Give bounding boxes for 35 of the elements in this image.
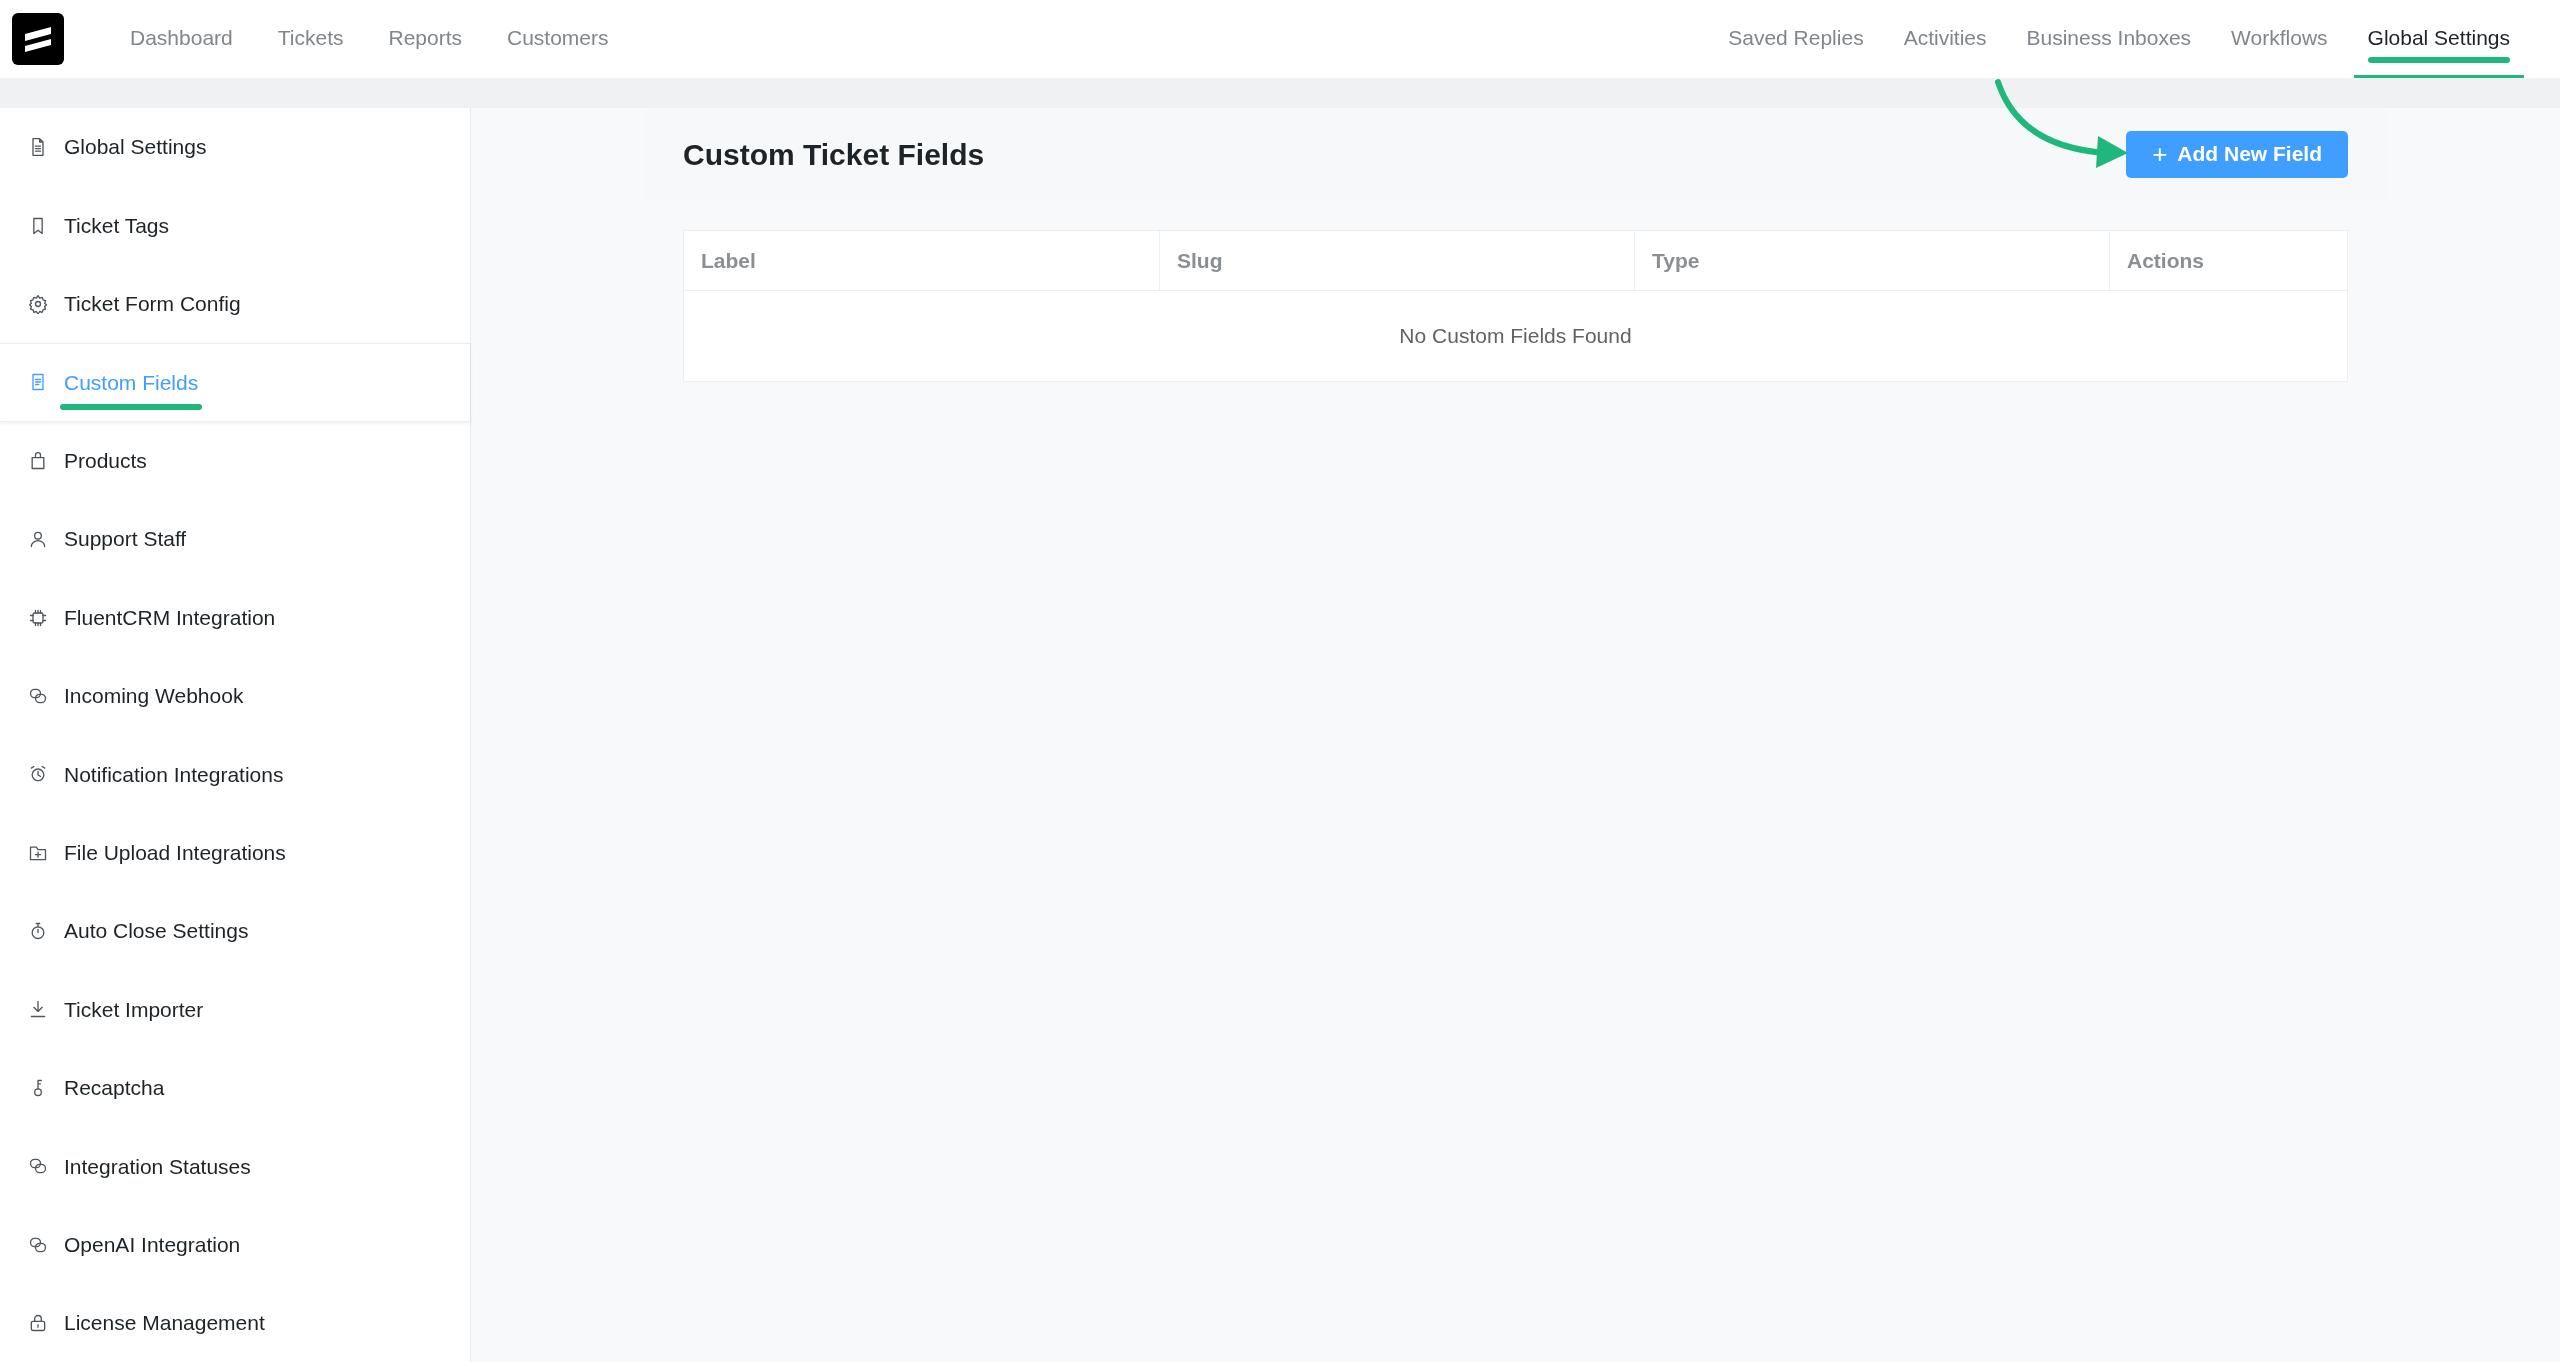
nav-tab[interactable]: Saved Replies [1714,0,1878,78]
download-icon [28,999,48,1020]
sidebar-item[interactable]: Incoming Webhook [0,656,470,736]
sidebar-item[interactable]: Auto Close Settings [0,891,470,971]
sidebar-item[interactable]: License Management [0,1283,470,1362]
sidebar-item[interactable]: Recaptcha [0,1048,470,1128]
column-header: Label [700,247,757,274]
sidebar-item[interactable]: Ticket Importer [0,970,470,1049]
sidebar-item[interactable]: Notification Integrations [0,735,470,814]
user-icon [28,529,48,550]
nav-tab[interactable]: Business Inboxes [2012,0,2206,78]
page-title: Custom Ticket Fields [683,136,985,173]
lock-icon [28,1313,48,1334]
column-header: Actions [2109,231,2347,290]
chip-icon [28,607,48,628]
nav-tab[interactable]: Workflows [2217,0,2342,78]
nav-tab[interactable]: Activities [1889,0,2001,78]
sidebar-item[interactable]: Ticket Tags [0,186,470,265]
nav-tab[interactable]: Tickets [263,0,358,78]
sidebar-item[interactable]: File Upload Integrations [0,813,470,892]
app-logo[interactable] [12,13,64,65]
column-header: Slug [1159,231,1634,290]
sidebar-item[interactable]: Ticket Form Config [0,264,470,344]
sidebar-item[interactable]: OpenAI Integration [0,1205,470,1284]
sidebar-item[interactable]: Global Settings [0,108,470,187]
sidebar-item[interactable]: Products [0,421,470,500]
empty-table-message: No Custom Fields Found [1399,323,1632,350]
sidebar-item[interactable]: FluentCRM Integration [0,578,470,657]
column-header: Type [1634,231,2109,290]
sidebar-item[interactable]: Integration Statuses [0,1127,470,1206]
nav-tab[interactable]: Dashboard [116,0,247,78]
settings-icon [28,293,48,314]
nav-tab[interactable]: Reports [374,0,476,78]
sidebar-item[interactable]: Support Staff [0,499,470,579]
nav-tab[interactable]: Customers [493,0,623,78]
